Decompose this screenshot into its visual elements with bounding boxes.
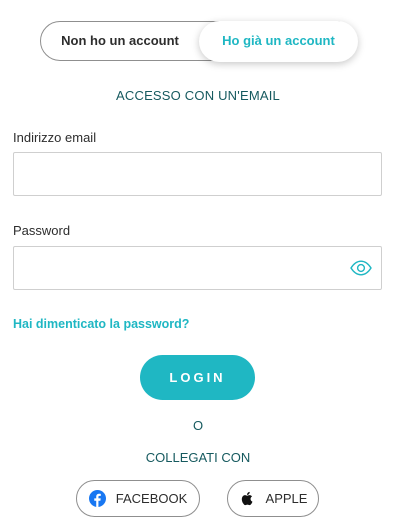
email-login-heading: ACCESSO CON UN'EMAIL <box>116 88 280 103</box>
password-label: Password <box>13 223 71 238</box>
password-field-box <box>13 246 382 290</box>
have-account-tab[interactable]: Ho già un account <box>199 21 358 62</box>
login-button[interactable]: LOGIN <box>140 355 255 400</box>
email-input[interactable] <box>24 154 348 196</box>
facebook-label: FACEBOOK <box>115 491 188 506</box>
no-account-tab[interactable]: Non ho un account <box>41 21 199 61</box>
login-page: Non ho un account Ho già un account ACCE… <box>0 0 396 526</box>
forgot-password-link[interactable]: Hai dimenticato la password? <box>13 317 189 331</box>
or-separator: O <box>192 418 204 433</box>
apple-login-button[interactable]: APPLE <box>227 480 319 517</box>
connect-with-heading: COLLEGATI CON <box>145 450 251 465</box>
password-input[interactable] <box>24 248 348 290</box>
eye-icon[interactable] <box>350 260 372 276</box>
apple-label: APPLE <box>265 491 308 506</box>
facebook-icon <box>88 490 106 507</box>
email-label: Indirizzo email <box>13 130 97 145</box>
apple-icon <box>241 491 252 506</box>
email-field-box <box>13 152 382 196</box>
account-toggle: Non ho un account Ho già un account <box>40 21 358 62</box>
facebook-login-button[interactable]: FACEBOOK <box>76 480 200 517</box>
